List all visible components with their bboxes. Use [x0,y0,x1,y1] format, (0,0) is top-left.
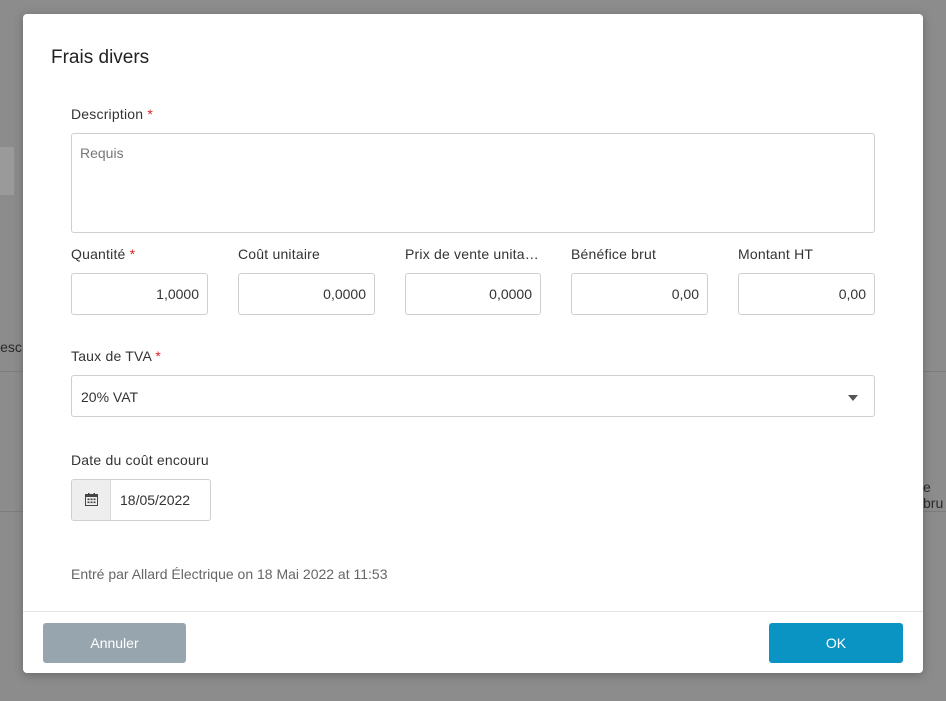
description-label: Description * [71,106,153,122]
chevron-down-icon [848,395,858,401]
calendar-icon [85,493,98,506]
vat-label-text: Taux de TVA [71,348,152,364]
ok-button[interactable]: OK [769,623,903,663]
misc-costs-dialog: Frais divers Description * Quantité * Co… [23,14,923,673]
footer-divider [23,611,923,612]
required-mark: * [129,246,136,262]
required-mark: * [155,348,162,364]
date-input[interactable] [112,480,210,520]
quantity-label: Quantité * [71,246,135,262]
date-picker [71,479,211,521]
required-mark: * [147,106,153,122]
amount-ht-label: Montant HT [738,246,814,262]
gross-profit-input[interactable] [571,273,708,315]
cancel-button[interactable]: Annuler [43,623,186,663]
vat-selected-value: 20% VAT [81,389,139,405]
quantity-input[interactable] [71,273,208,315]
amount-ht-input[interactable] [738,273,875,315]
background-column-header: Desc [0,339,22,355]
unit-cost-label: Coût unitaire [238,246,320,262]
date-label: Date du coût encouru [71,452,209,468]
background-divider [923,371,946,372]
vat-select[interactable]: 20% VAT [71,375,875,417]
dialog-title: Frais divers [51,47,150,68]
unit-cost-input[interactable] [238,273,375,315]
unit-price-input[interactable] [405,273,541,315]
background-divider [0,371,23,372]
vat-label: Taux de TVA * [71,348,161,364]
quantity-label-text: Quantité [71,246,126,262]
entered-by-note: Entré par Allard Électrique on 18 Mai 20… [71,566,388,582]
gross-profit-label: Bénéfice brut [571,246,657,262]
unit-price-label: Prix de vente unita… [405,246,539,262]
background-divider [923,511,946,512]
description-input[interactable] [71,133,875,233]
description-label-text: Description [71,106,144,122]
background-column-header: e bru [923,479,944,511]
background-tab-strip [0,147,14,195]
background-divider [0,511,23,512]
date-picker-button[interactable] [72,480,111,520]
